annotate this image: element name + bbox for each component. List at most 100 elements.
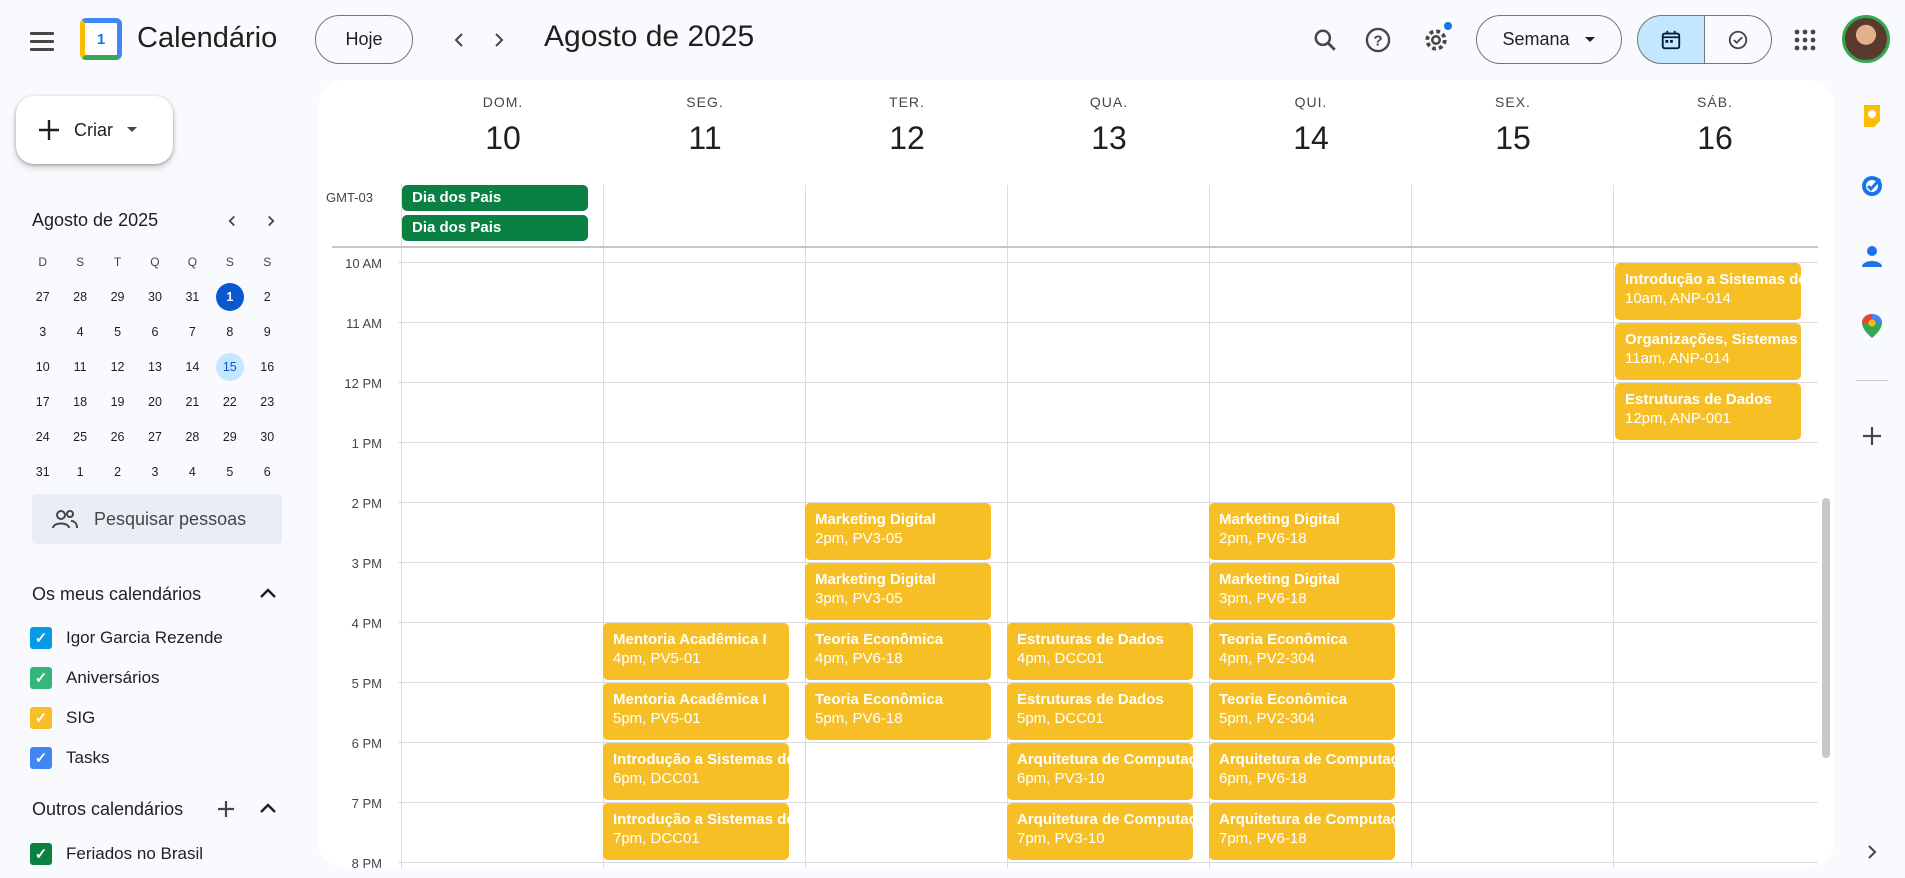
mini-calendar-day-selected[interactable]: 15 xyxy=(211,349,248,384)
view-selector[interactable]: Semana xyxy=(1476,15,1622,64)
mini-calendar-day[interactable]: 19 xyxy=(99,384,136,419)
checkbox-icon[interactable]: ✓ xyxy=(30,843,52,865)
mini-calendar-day[interactable]: 5 xyxy=(211,454,248,489)
help-button[interactable]: ? xyxy=(1356,18,1400,62)
mini-calendar-day[interactable]: 3 xyxy=(24,314,61,349)
calendar-event[interactable]: Arquitetura de Computação6pm, PV3-10 xyxy=(1007,743,1193,800)
mini-calendar-day[interactable]: 20 xyxy=(136,384,173,419)
mini-calendar-day[interactable]: 17 xyxy=(24,384,61,419)
calendar-event[interactable]: Introdução a Sistemas de 10am, ANP-014 xyxy=(1615,263,1801,320)
mini-calendar-day[interactable]: 12 xyxy=(99,349,136,384)
calendar-event[interactable]: Arquitetura de Computação6pm, PV6-18 xyxy=(1209,743,1395,800)
mini-calendar-day[interactable]: 14 xyxy=(174,349,211,384)
mini-next-month-button[interactable] xyxy=(253,203,289,239)
calendar-event[interactable]: Introdução a Sistemas de 6pm, DCC01 xyxy=(603,743,789,800)
mini-calendar-day[interactable]: 16 xyxy=(249,349,286,384)
calendar-event[interactable]: Marketing Digital 3pm, PV6-18 xyxy=(1209,563,1395,620)
calendar-event[interactable]: Teoria Econômica 4pm, PV6-18 xyxy=(805,623,991,680)
calendar-event[interactable]: Marketing Digital 2pm, PV6-18 xyxy=(1209,503,1395,560)
mini-prev-month-button[interactable] xyxy=(214,203,250,239)
mini-calendar-day-today[interactable]: 1 xyxy=(211,279,248,314)
other-calendars-toggle[interactable] xyxy=(256,797,280,821)
mini-calendar-day[interactable]: 22 xyxy=(211,384,248,419)
mini-calendar-day[interactable]: 4 xyxy=(174,454,211,489)
apps-button[interactable] xyxy=(1783,18,1827,62)
mini-calendar-day[interactable]: 4 xyxy=(61,314,98,349)
day-header[interactable]: TER. 12 xyxy=(806,94,1008,157)
prev-week-button[interactable] xyxy=(441,22,477,58)
calendar-item-sig[interactable]: ✓ SIG xyxy=(30,707,95,729)
create-button[interactable]: Criar xyxy=(16,96,173,164)
tasks-view-toggle[interactable] xyxy=(1704,15,1772,64)
checkbox-icon[interactable]: ✓ xyxy=(30,627,52,649)
all-day-event[interactable]: Dia dos Pais xyxy=(402,185,588,211)
calendar-item-igor[interactable]: ✓ Igor Garcia Rezende xyxy=(30,627,223,649)
mini-calendar-day[interactable]: 28 xyxy=(61,279,98,314)
mini-calendar-day[interactable]: 2 xyxy=(99,454,136,489)
mini-calendar-day[interactable]: 25 xyxy=(61,419,98,454)
calendar-event[interactable]: Organizações, Sistemas e 11am, ANP-014 xyxy=(1615,323,1801,380)
mini-calendar-day[interactable]: 21 xyxy=(174,384,211,419)
mini-calendar-day[interactable]: 24 xyxy=(24,419,61,454)
add-addon-button[interactable] xyxy=(1858,422,1886,450)
calendar-event[interactable]: Arquitetura de Computação7pm, PV6-18 xyxy=(1209,803,1395,860)
mini-calendar-day[interactable]: 18 xyxy=(61,384,98,419)
mini-calendar-day[interactable]: 8 xyxy=(211,314,248,349)
mini-calendar-day[interactable]: 23 xyxy=(249,384,286,419)
tasks-button[interactable] xyxy=(1858,172,1886,200)
account-avatar[interactable] xyxy=(1842,15,1890,63)
add-other-calendar-button[interactable] xyxy=(214,797,238,821)
calendar-event[interactable]: Estruturas de Dados 12pm, ANP-001 xyxy=(1615,383,1801,440)
calendar-event[interactable]: Mentoria Acadêmica I 4pm, PV5-01 xyxy=(603,623,789,680)
mini-calendar-day[interactable]: 30 xyxy=(136,279,173,314)
calendar-event[interactable]: Estruturas de Dados 5pm, DCC01 xyxy=(1007,683,1193,740)
mini-calendar-day[interactable]: 11 xyxy=(61,349,98,384)
mini-calendar-day[interactable]: 10 xyxy=(24,349,61,384)
maps-button[interactable] xyxy=(1858,312,1886,340)
mini-calendar-day[interactable]: 2 xyxy=(249,279,286,314)
grid-scrollbar[interactable] xyxy=(1822,498,1830,758)
mini-calendar-day[interactable]: 26 xyxy=(99,419,136,454)
search-button[interactable] xyxy=(1303,18,1347,62)
day-header[interactable]: DOM. 10 xyxy=(402,94,604,157)
calendar-item-tasks[interactable]: ✓ Tasks xyxy=(30,747,109,769)
calendar-event[interactable]: Marketing Digital 3pm, PV3-05 xyxy=(805,563,991,620)
keep-button[interactable] xyxy=(1858,102,1886,130)
settings-button[interactable] xyxy=(1414,18,1458,62)
calendar-event[interactable]: Mentoria Acadêmica I 5pm, PV5-01 xyxy=(603,683,789,740)
mini-calendar-day[interactable]: 27 xyxy=(24,279,61,314)
mini-calendar-day[interactable]: 7 xyxy=(174,314,211,349)
calendar-event[interactable]: Introdução a Sistemas de 7pm, DCC01 xyxy=(603,803,789,860)
day-header[interactable]: SÁB. 16 xyxy=(1614,94,1816,157)
mini-calendar-day[interactable]: 3 xyxy=(136,454,173,489)
mini-calendar-day[interactable]: 29 xyxy=(211,419,248,454)
main-menu-button[interactable] xyxy=(24,26,60,56)
mini-calendar-day[interactable]: 30 xyxy=(249,419,286,454)
day-header[interactable]: SEG. 11 xyxy=(604,94,806,157)
mini-calendar-day[interactable]: 6 xyxy=(249,454,286,489)
contacts-button[interactable] xyxy=(1858,242,1886,270)
mini-calendar-day[interactable]: 28 xyxy=(174,419,211,454)
checkbox-icon[interactable]: ✓ xyxy=(30,707,52,729)
mini-calendar-day[interactable]: 9 xyxy=(249,314,286,349)
all-day-event[interactable]: Dia dos Pais xyxy=(402,215,588,241)
day-header[interactable]: QUA. 13 xyxy=(1008,94,1210,157)
calendar-item-aniversarios[interactable]: ✓ Aniversários xyxy=(30,667,160,689)
next-week-button[interactable] xyxy=(481,22,517,58)
mini-calendar-day[interactable]: 29 xyxy=(99,279,136,314)
expand-rail-button[interactable] xyxy=(1858,838,1886,866)
mini-calendar-day[interactable]: 31 xyxy=(24,454,61,489)
day-header[interactable]: SEX. 15 xyxy=(1412,94,1614,157)
calendar-item-feriados[interactable]: ✓ Feriados no Brasil xyxy=(30,843,203,865)
calendar-view-toggle[interactable] xyxy=(1637,15,1705,64)
calendar-event[interactable]: Teoria Econômica 4pm, PV2-304 xyxy=(1209,623,1395,680)
day-header[interactable]: QUI. 14 xyxy=(1210,94,1412,157)
my-calendars-toggle[interactable] xyxy=(256,582,280,606)
calendar-event[interactable]: Teoria Econômica 5pm, PV6-18 xyxy=(805,683,991,740)
calendar-event[interactable]: Arquitetura de Computação7pm, PV3-10 xyxy=(1007,803,1193,860)
mini-calendar-day[interactable]: 31 xyxy=(174,279,211,314)
checkbox-icon[interactable]: ✓ xyxy=(30,667,52,689)
mini-calendar-day[interactable]: 6 xyxy=(136,314,173,349)
mini-calendar-day[interactable]: 5 xyxy=(99,314,136,349)
mini-calendar-day[interactable]: 27 xyxy=(136,419,173,454)
